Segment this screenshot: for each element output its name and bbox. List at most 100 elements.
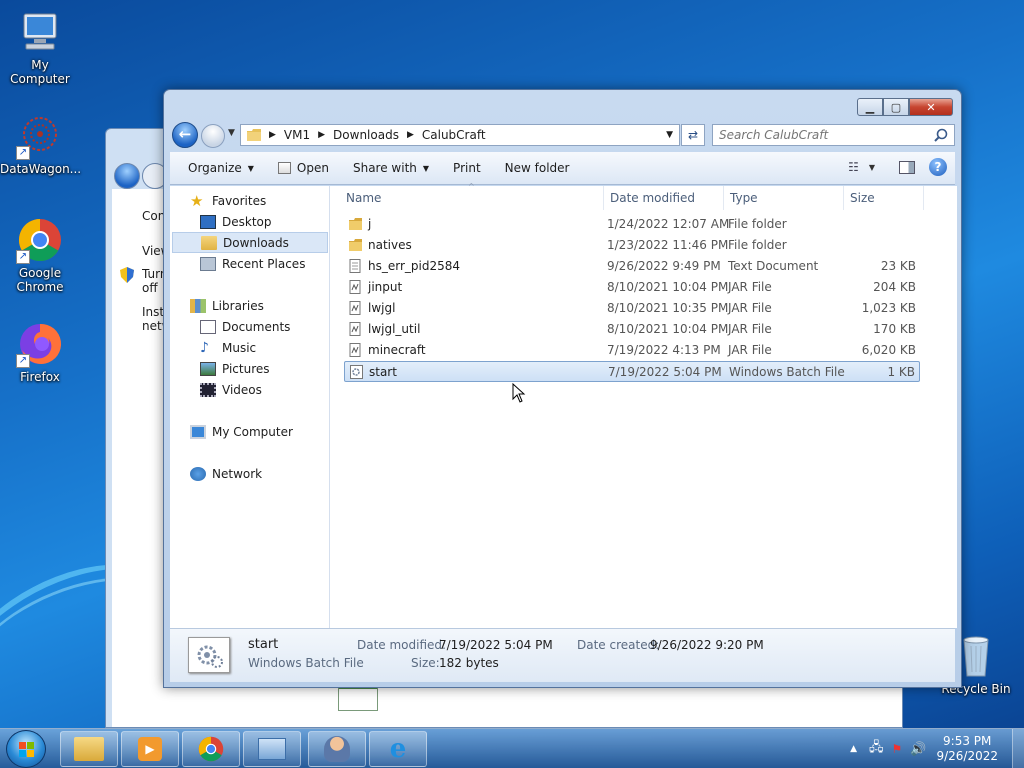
desktop-icon xyxy=(200,214,216,229)
file-row-natives[interactable]: natives 1/23/2022 11:46 PM File folder xyxy=(344,235,920,256)
nav-libraries[interactable]: Libraries xyxy=(190,295,264,316)
batch-file-icon xyxy=(350,365,363,379)
file-row-jinput[interactable]: jinput 8/10/2021 10:04 PM JAR File 204 KB xyxy=(344,277,920,298)
batch-file-icon xyxy=(188,637,230,673)
desktop-icon-datawagon[interactable]: ↗ DataWagon... xyxy=(0,112,81,176)
explorer-window[interactable]: ▁ ▢ ✕ ← ▼ ▶ VM1 ▶ Downloads ▶ CalubCraft… xyxy=(163,89,962,688)
column-header-date-modified[interactable]: Date modified xyxy=(604,186,724,210)
close-button[interactable]: ✕ xyxy=(909,98,953,116)
organize-button[interactable]: Organize ▼ xyxy=(170,161,266,175)
help-icon[interactable]: ? xyxy=(929,158,947,176)
back-button[interactable]: ← xyxy=(172,122,198,148)
forward-button[interactable] xyxy=(201,124,225,148)
shortcut-arrow-icon: ↗ xyxy=(16,250,30,264)
file-type: JAR File xyxy=(728,322,772,336)
file-row-lwjgl-util[interactable]: lwjgl_util 8/10/2021 10:04 PM JAR File 170 … xyxy=(344,319,920,340)
clock[interactable]: 9:53 PM 9/26/2022 xyxy=(936,734,998,764)
file-type: JAR File xyxy=(728,343,772,357)
file-row-lwjgl[interactable]: lwjgl 8/10/2021 10:35 PM JAR File 1,023 KB xyxy=(344,298,920,319)
print-button[interactable]: Print xyxy=(441,161,493,175)
nav-my-computer[interactable]: My Computer xyxy=(190,421,293,442)
jar-file-icon xyxy=(349,280,362,294)
file-row-minecraft[interactable]: minecraft 7/19/2022 4:13 PM JAR File 6,020 … xyxy=(344,340,920,361)
chevron-right-icon[interactable]: ▶ xyxy=(269,130,276,140)
back-button[interactable] xyxy=(114,163,140,189)
desktop-icon-firefox[interactable]: ↗ Firefox xyxy=(0,320,80,384)
volume-icon[interactable]: 🔊 xyxy=(910,742,926,757)
file-type: File folder xyxy=(728,238,787,252)
breadcrumb-vm1[interactable]: VM1 xyxy=(284,128,310,142)
nav-label: Recent Places xyxy=(222,256,306,271)
show-hidden-icons-icon[interactable]: ▲ xyxy=(850,744,857,754)
file-size: 6,020 KB xyxy=(861,343,916,357)
file-row-j[interactable]: j 1/24/2022 12:07 AM File folder xyxy=(344,214,920,235)
jar-file-icon xyxy=(349,322,362,336)
nav-label: Network xyxy=(212,466,263,481)
network-status-icon[interactable]: 🖧 xyxy=(869,738,884,760)
nav-network[interactable]: Network xyxy=(190,463,262,484)
flag-icon[interactable]: ⚑ xyxy=(892,742,903,756)
taskbar-explorer[interactable] xyxy=(60,731,118,767)
minimize-button[interactable]: ▁ xyxy=(857,98,883,116)
nav-documents[interactable]: Documents xyxy=(200,316,290,337)
videos-icon xyxy=(200,382,216,397)
nav-favorites[interactable]: ★ Favorites xyxy=(190,190,266,211)
nav-videos[interactable]: Videos xyxy=(200,379,262,400)
file-row-hs-err-pid2584[interactable]: hs_err_pid2584 9/26/2022 9:49 PM Text Docu… xyxy=(344,256,920,277)
nav-recent-places[interactable]: Recent Places xyxy=(200,253,305,274)
column-header-size[interactable]: Size xyxy=(844,186,924,210)
chevron-right-icon[interactable]: ▶ xyxy=(407,130,414,140)
search-box[interactable] xyxy=(712,124,955,146)
details-date-created: 9/26/2022 9:20 PM xyxy=(650,638,764,652)
address-dropdown-icon[interactable]: ▼ xyxy=(666,130,673,140)
organize-label: Organize xyxy=(188,161,242,175)
breadcrumb-calubcraft[interactable]: CalubCraft xyxy=(422,128,486,142)
start-button[interactable] xyxy=(6,730,46,768)
nav-music[interactable]: ♪ Music xyxy=(200,337,256,358)
new-folder-button[interactable]: New folder xyxy=(493,161,582,175)
nav-downloads[interactable]: Downloads xyxy=(172,232,328,253)
share-with-button[interactable]: Share with ▼ xyxy=(341,161,441,175)
search-input[interactable] xyxy=(719,128,919,142)
taskbar-internet-explorer[interactable]: e xyxy=(369,731,427,767)
desktop-icon-chrome[interactable]: ↗ Google Chrome xyxy=(0,216,80,294)
datawagon-icon: ↗ xyxy=(16,112,64,160)
taskbar-media-player[interactable]: ▶ xyxy=(121,731,179,767)
taskbar-users[interactable] xyxy=(308,731,366,767)
network-icon xyxy=(190,466,206,481)
view-options-icon[interactable]: ☷ xyxy=(848,160,859,174)
nav-desktop[interactable]: Desktop xyxy=(200,211,272,232)
recent-pages-dropdown[interactable]: ▼ xyxy=(228,128,235,138)
downloads-folder-icon xyxy=(201,235,217,250)
file-size: 1 KB xyxy=(887,365,915,379)
maximize-button[interactable]: ▢ xyxy=(883,98,909,116)
preview-pane-icon[interactable] xyxy=(899,160,915,174)
star-icon: ★ xyxy=(190,191,204,210)
file-type: Windows Batch File xyxy=(729,365,845,379)
address-bar[interactable]: ▶ VM1 ▶ Downloads ▶ CalubCraft ▼ xyxy=(240,124,680,146)
nav-pictures[interactable]: Pictures xyxy=(200,358,270,379)
column-label: Size xyxy=(850,191,875,205)
column-header-type[interactable]: Type xyxy=(724,186,844,210)
file-name: hs_err_pid2584 xyxy=(368,259,461,273)
desktop-icon-my-computer[interactable]: My Computer xyxy=(0,8,80,86)
notification-area: ▲ 🖧 ⚑ 🔊 9:53 PM 9/26/2022 xyxy=(850,729,1024,768)
view-controls: ☷ ▼ ? xyxy=(848,158,947,176)
explorer-icon xyxy=(74,737,104,761)
taskbar-control-panel[interactable] xyxy=(243,731,301,767)
file-row-start[interactable]: start 7/19/2022 5:04 PM Windows Batch File… xyxy=(344,361,920,382)
folder-icon xyxy=(349,217,362,231)
chevron-right-icon[interactable]: ▶ xyxy=(318,130,325,140)
open-button[interactable]: Open xyxy=(266,161,341,175)
show-desktop-button[interactable] xyxy=(1012,729,1024,768)
column-header-name[interactable]: Name ^ xyxy=(340,182,604,210)
search-icon[interactable] xyxy=(934,128,948,142)
column-label: Name xyxy=(346,191,382,205)
caret-down-icon[interactable]: ▼ xyxy=(869,163,875,172)
nav-label: Music xyxy=(222,340,257,355)
caret-down-icon: ▼ xyxy=(247,163,254,173)
refresh-button[interactable]: ⇄ xyxy=(681,124,705,146)
nav-label: Libraries xyxy=(212,298,264,313)
taskbar-chrome[interactable] xyxy=(182,731,240,767)
breadcrumb-downloads[interactable]: Downloads xyxy=(333,128,399,142)
